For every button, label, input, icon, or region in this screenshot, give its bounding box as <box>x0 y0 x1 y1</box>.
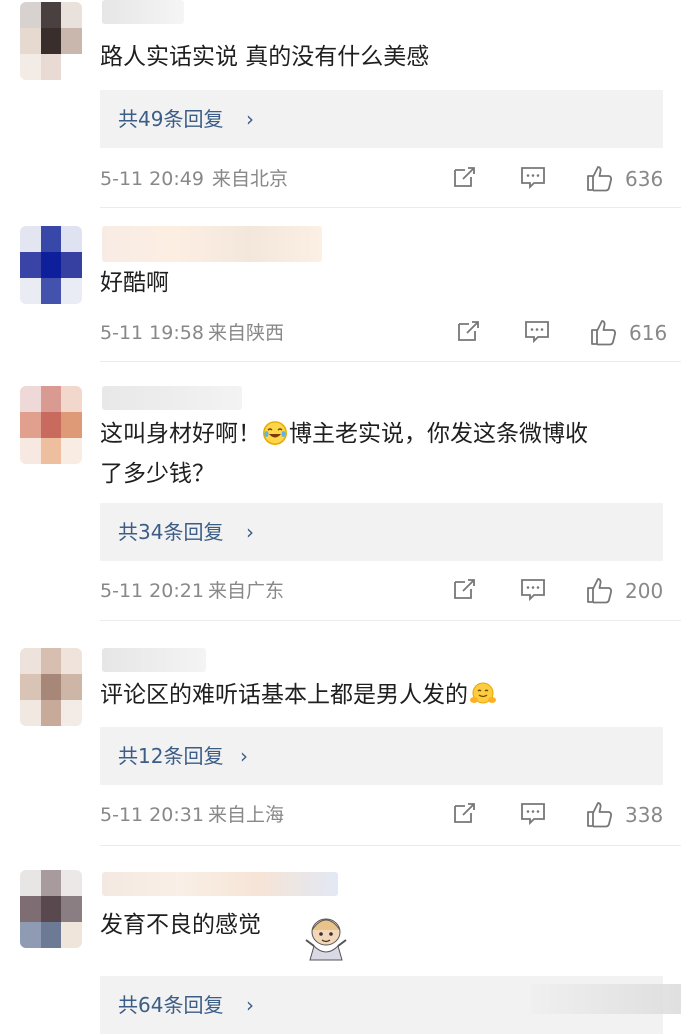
avatar[interactable] <box>20 870 82 948</box>
comment-icon[interactable] <box>520 800 546 826</box>
like-count: 616 <box>629 321 668 345</box>
chevron-right-icon: › <box>246 107 254 131</box>
avatar[interactable] <box>20 386 82 464</box>
replies-label: 共34条回复 <box>118 520 224 544</box>
like-count: 636 <box>625 167 664 191</box>
comment-meta: 5-11 20:49 来自北京 636 <box>100 164 670 194</box>
divider <box>100 620 681 621</box>
comment-time: 5-11 20:21 <box>100 580 204 602</box>
replies-label: 共49条回复 <box>118 107 224 131</box>
comment-meta: 5-11 19:58 来自陕西 616 <box>100 318 670 348</box>
comment-location: 来自陕西 <box>208 322 285 344</box>
like-count: 200 <box>625 579 664 603</box>
share-icon[interactable] <box>456 318 482 344</box>
comment-meta: 5-11 20:31 来自上海 338 <box>100 800 670 830</box>
like-icon[interactable] <box>590 318 618 346</box>
comment-location: 来自北京 <box>212 168 289 190</box>
comment-icon[interactable] <box>524 318 550 344</box>
username-blurred[interactable] <box>102 386 242 410</box>
comment-location: 来自上海 <box>208 804 285 826</box>
comment-time: 5-11 20:49 <box>100 168 204 190</box>
share-icon[interactable] <box>452 800 478 826</box>
view-replies-button[interactable]: 共49条回复 › <box>100 90 663 148</box>
chevron-right-icon: › <box>246 520 254 544</box>
comment-text-part: 这叫身材好啊！ <box>100 421 261 447</box>
view-replies-button[interactable]: 共34条回复 › <box>100 503 663 561</box>
username-blurred[interactable] <box>102 648 206 672</box>
comment-text: 路人实话实说 真的没有什么美感 <box>100 44 430 70</box>
comment-location: 来自广东 <box>208 580 285 602</box>
replies-label: 共64条回复 <box>118 993 224 1017</box>
avatar[interactable] <box>20 648 82 726</box>
laughing-tears-emoji <box>263 421 287 445</box>
comment-text: 评论区的难听话基本上都是男人发的 <box>100 675 670 715</box>
view-replies-button[interactable]: 共12条回复 › <box>100 727 663 785</box>
comment-text-part: 博主老实说，你发这条微博收 <box>289 421 588 447</box>
hugging-emoji <box>470 682 496 706</box>
avatar[interactable] <box>20 226 82 304</box>
avatar[interactable] <box>20 2 82 80</box>
comment-text: 发育不良的感觉 <box>100 912 261 938</box>
comment-time: 5-11 20:31 <box>100 804 204 826</box>
anime-sticker <box>305 918 347 961</box>
username-blurred[interactable] <box>102 226 322 262</box>
share-icon[interactable] <box>452 576 478 602</box>
comment-text-part: 评论区的难听话基本上都是男人发的 <box>100 682 468 708</box>
username-blurred[interactable] <box>102 872 338 896</box>
divider <box>100 845 681 846</box>
comment-text: 这叫身材好啊！ 博主老实说，你发这条微博收 了多少钱？ <box>100 414 670 494</box>
like-icon[interactable] <box>586 800 614 828</box>
chevron-right-icon: › <box>246 993 254 1017</box>
share-icon[interactable] <box>452 164 478 190</box>
username-blurred[interactable] <box>102 0 184 24</box>
like-icon[interactable] <box>586 164 614 192</box>
watermark <box>531 984 681 1014</box>
comment-icon[interactable] <box>520 164 546 190</box>
comment-meta: 5-11 20:21 来自广东 200 <box>100 576 670 606</box>
comment-time: 5-11 19:58 <box>100 322 204 344</box>
comment-icon[interactable] <box>520 576 546 602</box>
chevron-right-icon: › <box>240 744 248 768</box>
like-icon[interactable] <box>586 576 614 604</box>
divider <box>100 207 681 208</box>
replies-label: 共12条回复 <box>118 744 224 768</box>
like-count: 338 <box>625 803 664 827</box>
divider <box>100 361 681 362</box>
comment-text-part: 了多少钱？ <box>100 461 215 487</box>
comment-text: 好酷啊 <box>100 270 169 296</box>
